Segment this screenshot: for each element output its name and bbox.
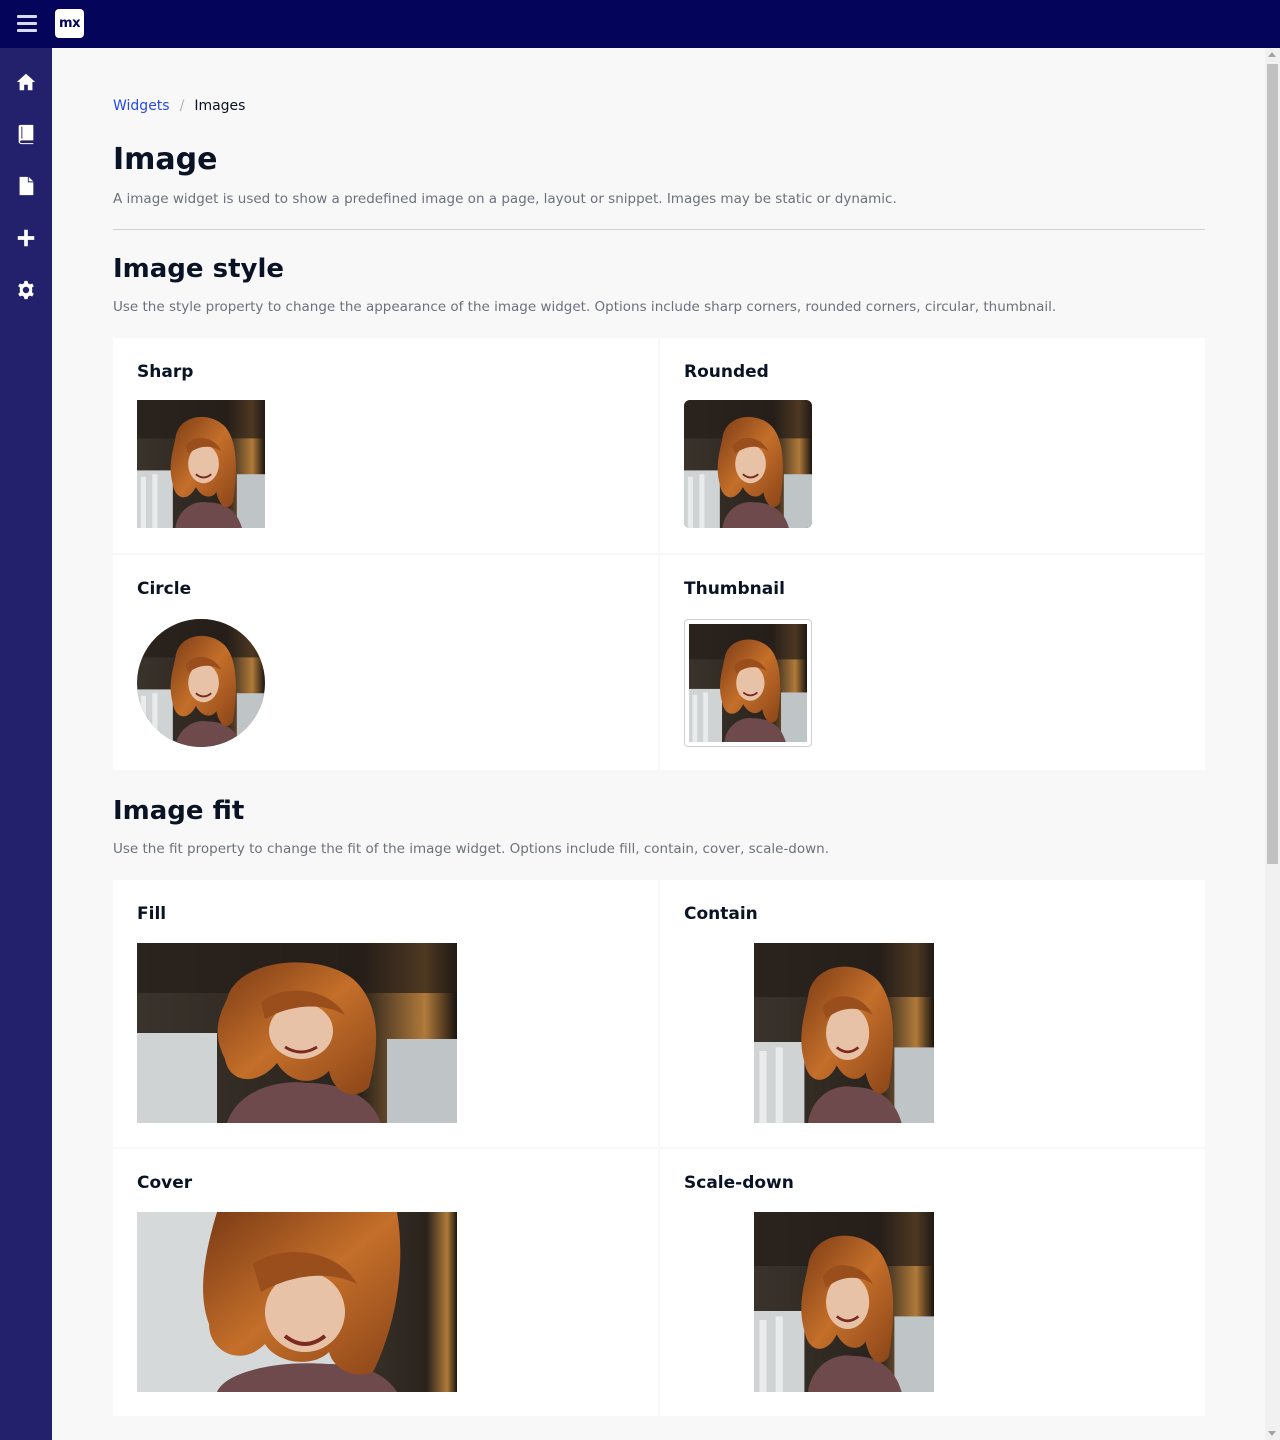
image-cover bbox=[137, 1212, 457, 1392]
image-contain bbox=[754, 943, 934, 1123]
card-title: Thumbnail bbox=[684, 579, 785, 599]
home-icon bbox=[16, 73, 36, 91]
image-sharp bbox=[137, 400, 265, 528]
card-thumbnail: Thumbnail bbox=[660, 555, 1205, 770]
card-title: Cover bbox=[137, 1173, 193, 1193]
page-description: A image widget is used to show a predefi… bbox=[113, 191, 897, 207]
card-title: Contain bbox=[684, 904, 758, 924]
card-fill: Fill bbox=[113, 880, 658, 1147]
scrollbar[interactable] bbox=[1265, 48, 1280, 1440]
scroll-down-arrow-icon[interactable] bbox=[1268, 1431, 1276, 1436]
card-sharp: Sharp bbox=[113, 338, 658, 553]
app-logo[interactable]: mx bbox=[55, 9, 84, 38]
section-title-image-fit: Image fit bbox=[113, 796, 245, 826]
card-rounded: Rounded bbox=[660, 338, 1205, 553]
image-style-grid: Sharp Rounded Circle Thumbnail bbox=[113, 338, 1205, 770]
breadcrumb-separator: / bbox=[179, 98, 185, 114]
sidebar-item-book[interactable] bbox=[0, 108, 52, 160]
card-circle: Circle bbox=[113, 555, 658, 770]
card-cover: Cover bbox=[113, 1149, 658, 1416]
top-bar: mx bbox=[0, 0, 1280, 48]
gear-icon bbox=[18, 280, 34, 300]
image-fit-grid: Fill Contain Cover Scale-down bbox=[113, 880, 1205, 1416]
card-scale-down: Scale-down bbox=[660, 1149, 1205, 1416]
sidebar-item-file[interactable] bbox=[0, 160, 52, 212]
image-circle bbox=[137, 619, 265, 747]
breadcrumb: Widgets / Images bbox=[113, 96, 245, 116]
sidebar-item-add[interactable] bbox=[0, 212, 52, 264]
image-thumbnail bbox=[684, 619, 812, 747]
image-rounded bbox=[684, 400, 812, 528]
plus-icon bbox=[17, 229, 35, 247]
scroll-up-arrow-icon[interactable] bbox=[1268, 52, 1276, 57]
image-fill bbox=[137, 943, 457, 1123]
card-contain: Contain bbox=[660, 880, 1205, 1147]
section-title-image-style: Image style bbox=[113, 254, 285, 284]
scrollbar-thumb[interactable] bbox=[1267, 64, 1278, 864]
image-scale-down bbox=[754, 1212, 934, 1392]
card-title: Scale-down bbox=[684, 1173, 794, 1193]
card-title: Fill bbox=[137, 904, 167, 924]
card-title: Sharp bbox=[137, 362, 194, 382]
card-title: Circle bbox=[137, 579, 192, 599]
breadcrumb-current: Images bbox=[194, 98, 246, 114]
page-title: Image bbox=[113, 142, 218, 177]
sidebar bbox=[0, 48, 52, 1440]
card-title: Rounded bbox=[684, 362, 769, 382]
sidebar-item-home[interactable] bbox=[0, 56, 52, 108]
section-description-image-fit: Use the fit property to change the fit o… bbox=[113, 841, 830, 857]
section-description-image-style: Use the style property to change the app… bbox=[113, 299, 1057, 315]
divider bbox=[113, 229, 1205, 230]
sidebar-item-settings[interactable] bbox=[0, 264, 52, 316]
breadcrumb-link-widgets[interactable]: Widgets bbox=[113, 96, 170, 116]
file-icon bbox=[19, 176, 34, 196]
hamburger-menu-icon[interactable] bbox=[14, 12, 40, 36]
book-icon bbox=[18, 124, 34, 145]
